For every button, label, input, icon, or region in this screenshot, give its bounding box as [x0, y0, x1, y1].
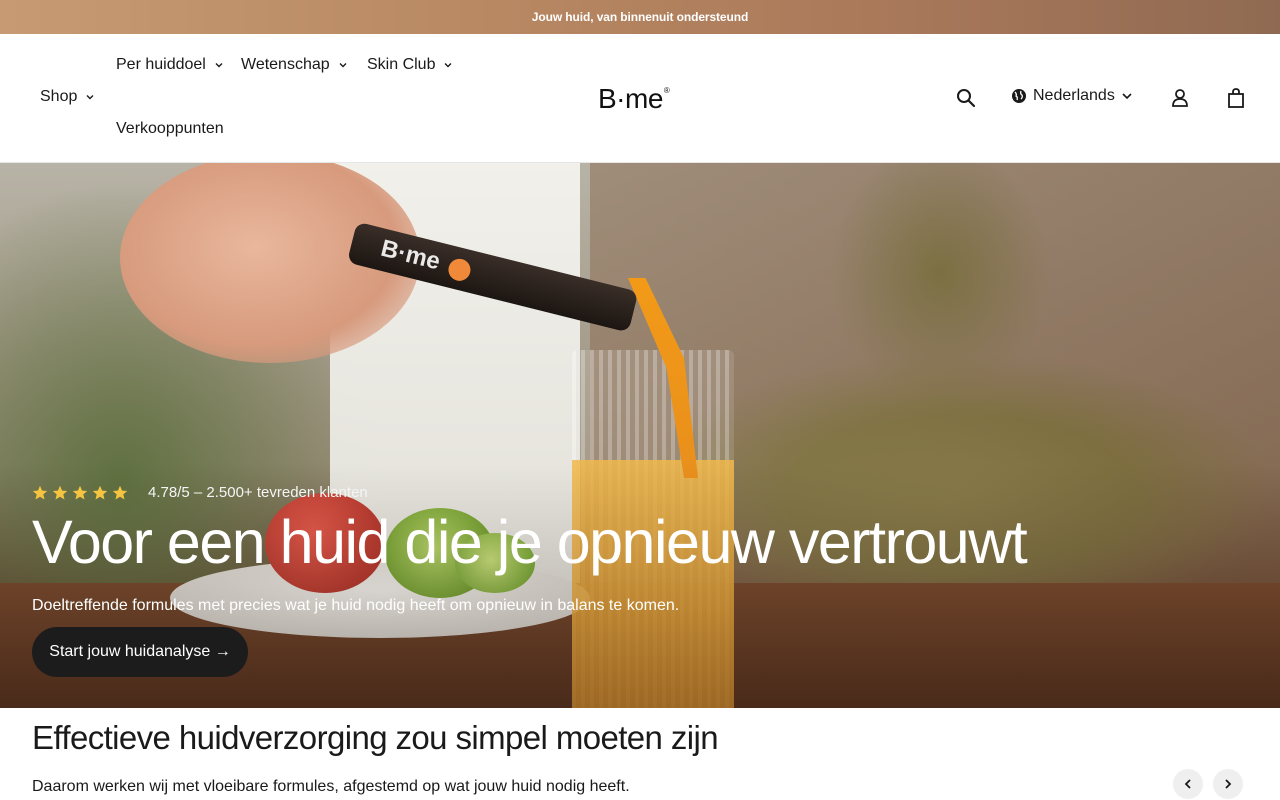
section-text: Daarom werken wij met vloeibare formules… — [32, 778, 630, 795]
star-icon — [112, 485, 128, 499]
hero-banner: B·me 4.78/5 – 2.500+ tevreden klanten Vo… — [0, 163, 1280, 708]
nav-skin-club-label: Skin Club — [367, 56, 436, 73]
nav-shop[interactable]: Shop — [40, 88, 95, 106]
bag-icon[interactable] — [1225, 86, 1247, 110]
nav-verkooppunten[interactable]: Verkooppunten — [116, 120, 224, 138]
hero-title: Voor een huid die je opnieuw vertrouwt — [32, 508, 1028, 576]
logo-registered-mark: ® — [663, 86, 670, 95]
search-icon[interactable] — [954, 86, 978, 110]
section-title: Effectieve huidverzorging zou simpel moe… — [32, 719, 719, 756]
language-selector[interactable]: Nederlands — [1011, 87, 1133, 105]
nav-wetenschap-label: Wetenschap — [241, 56, 330, 73]
logo-text: B·me — [598, 83, 663, 114]
rating: 4.78/5 – 2.500+ tevreden klanten — [32, 484, 368, 501]
chevron-left-icon — [1184, 779, 1191, 789]
announcement-text: Jouw huid, van binnenuit ondersteund — [531, 10, 749, 24]
rating-stars — [32, 485, 128, 501]
nav-per-huiddoel[interactable]: Per huiddoel — [116, 56, 224, 74]
chevron-down-icon — [86, 95, 94, 100]
language-label: Nederlands — [1033, 87, 1115, 104]
chevron-down-icon — [1122, 93, 1132, 100]
start-analysis-label: Start jouw huidanalyse → — [49, 643, 231, 660]
user-icon[interactable] — [1169, 86, 1191, 110]
logo[interactable]: B·me ® — [598, 83, 682, 114]
nav-skin-club[interactable]: Skin Club — [367, 56, 453, 74]
nav-shop-label: Shop — [40, 88, 78, 105]
chevron-down-icon — [444, 63, 452, 68]
star-icon — [72, 485, 88, 499]
carousel-next-button[interactable] — [1213, 769, 1243, 799]
nav-wetenschap[interactable]: Wetenschap — [241, 56, 348, 74]
star-icon — [92, 485, 108, 499]
hero-subtitle: Doeltreffende formules met precies wat j… — [32, 597, 680, 614]
globe-icon — [1012, 89, 1026, 103]
announcement-bar: Jouw huid, van binnenuit ondersteund — [0, 0, 1280, 34]
site-header: Shop Per huiddoel Wetenschap Skin Club V… — [0, 34, 1280, 163]
chevron-right-icon — [1225, 779, 1232, 789]
chevron-down-icon — [339, 63, 347, 68]
vial-brand: B·me — [378, 234, 443, 276]
vial-dot — [446, 256, 473, 284]
star-icon — [32, 485, 48, 499]
carousel-prev-button[interactable] — [1173, 769, 1203, 799]
chevron-down-icon — [215, 63, 223, 68]
star-icon — [52, 485, 68, 499]
start-analysis-button[interactable]: Start jouw huidanalyse → — [32, 627, 248, 677]
nav-verkooppunten-label: Verkooppunten — [116, 120, 224, 137]
rating-text: 4.78/5 – 2.500+ tevreden klanten — [148, 484, 368, 501]
nav-per-huiddoel-label: Per huiddoel — [116, 56, 206, 73]
